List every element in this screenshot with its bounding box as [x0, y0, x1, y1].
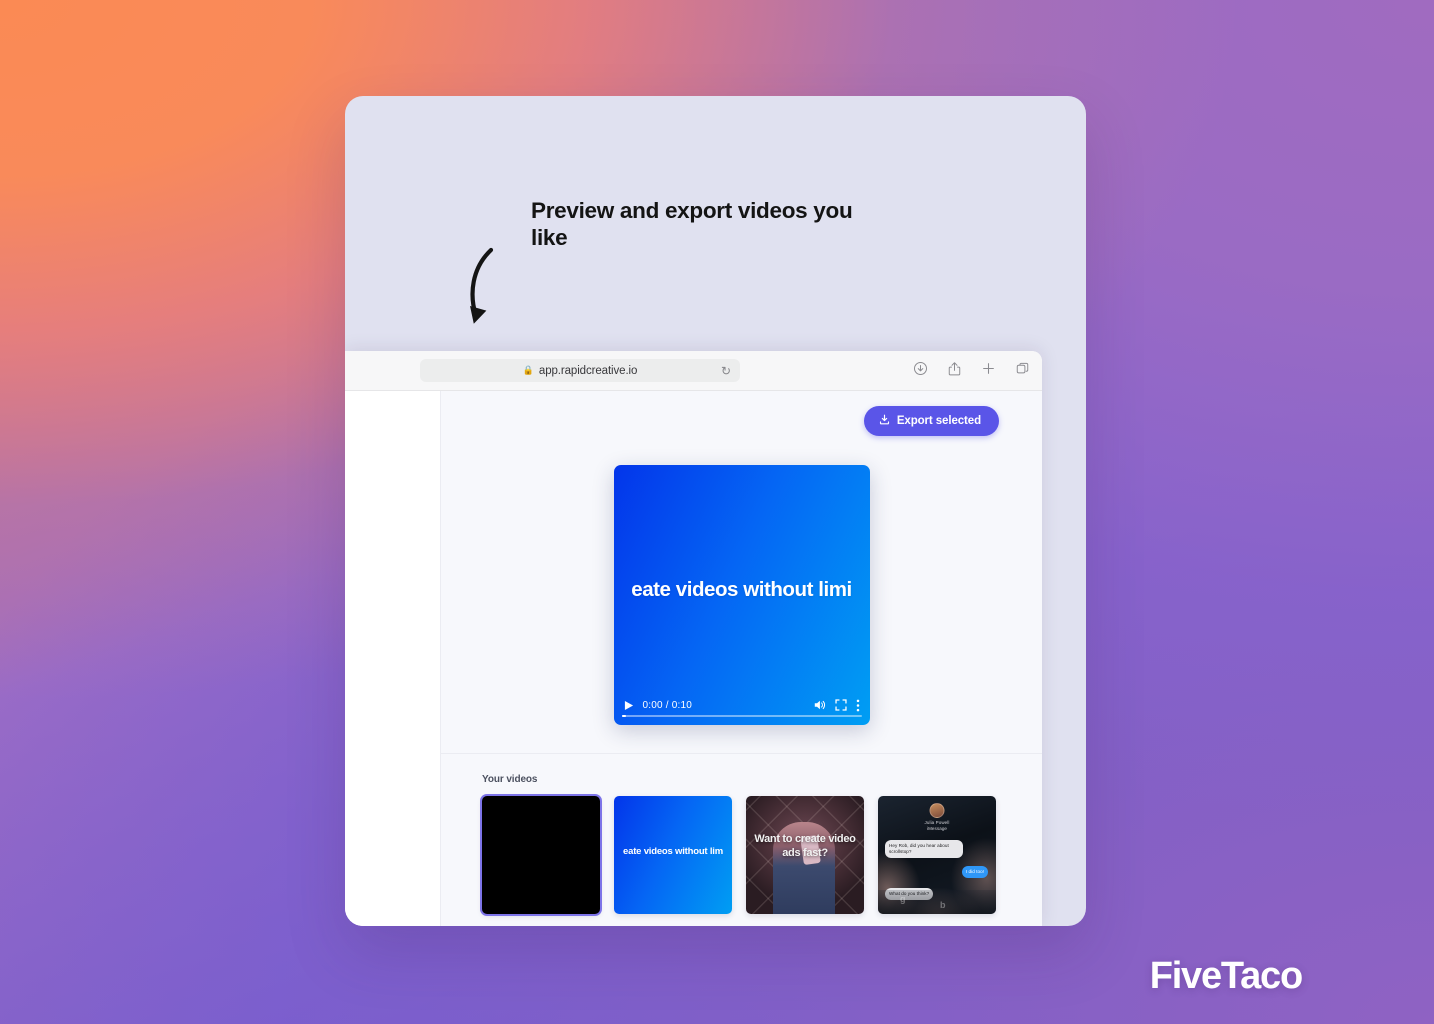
downloads-icon[interactable]: [913, 361, 928, 381]
reload-icon[interactable]: ↻: [721, 365, 731, 377]
export-selected-label: Export selected: [896, 415, 981, 427]
app-body: Export selected eate videos without limi…: [345, 391, 1042, 926]
browser-window: 🔒 app.rapidcreative.io ↻ Export selected…: [345, 351, 1042, 926]
video-caption-overlay: eate videos without limi: [631, 578, 852, 601]
fivetaco-wordmark: FiveTaco: [1149, 955, 1304, 997]
video-progress-bar[interactable]: [621, 714, 862, 717]
thumb-caption: Want to create video ads fast?: [754, 833, 856, 859]
download-icon: [879, 414, 890, 428]
fullscreen-icon[interactable]: [834, 699, 847, 711]
address-bar[interactable]: 🔒 app.rapidcreative.io ↻: [420, 359, 740, 382]
app-sidebar: [345, 391, 441, 926]
new-tab-icon[interactable]: [981, 361, 996, 381]
play-icon[interactable]: [624, 700, 634, 711]
thumb-caption: eate videos without lim: [623, 846, 723, 857]
browser-toolbar: 🔒 app.rapidcreative.io ↻: [345, 351, 1042, 391]
tabs-overview-icon[interactable]: [1015, 361, 1030, 381]
video-player[interactable]: eate videos without limi 0:00 / 0:10: [613, 465, 870, 725]
keyboard-backdrop: g b: [878, 890, 996, 914]
kebab-menu-icon[interactable]: [856, 699, 860, 712]
your-videos-label: Your videos: [482, 774, 538, 785]
your-videos-section: Your videos eate videos without lim Want: [441, 753, 1042, 914]
app-main-content: Export selected eate videos without limi…: [441, 391, 1042, 926]
video-thumb-blue[interactable]: eate videos without lim: [614, 796, 732, 914]
lock-icon: 🔒: [522, 365, 534, 375]
export-selected-button[interactable]: Export selected: [863, 406, 999, 436]
browser-actions: [913, 351, 1030, 391]
video-controls: 0:00 / 0:10: [614, 685, 870, 725]
video-thumb-chat[interactable]: Julia Powell iMessage Hey Rob, did you h…: [878, 796, 996, 914]
chat-bubble-incoming: Hey Rob, did you hear about scrollstop?: [885, 840, 963, 859]
video-thumb-black[interactable]: [482, 796, 600, 914]
video-preview-area: eate videos without limi 0:00 / 0:10: [441, 436, 1042, 725]
chat-bubble-outgoing: I did too!: [961, 866, 988, 879]
video-thumbnail-list: eate videos without lim Want to create v…: [482, 796, 1042, 914]
url-text: app.rapidcreative.io: [538, 364, 638, 377]
share-icon[interactable]: [947, 361, 962, 382]
avatar: [929, 803, 945, 818]
export-toolbar: Export selected: [441, 391, 1042, 436]
chat-subtitle: iMessage: [926, 826, 948, 831]
video-thumb-person[interactable]: Want to create video ads fast?: [746, 796, 864, 914]
poster-canvas: Preview and export videos you like 🔒 app…: [0, 0, 1434, 1024]
video-progress-fill: [621, 714, 627, 717]
promo-card: Preview and export videos you like 🔒 app…: [345, 96, 1086, 926]
video-time-display: 0:00 / 0:10: [642, 699, 692, 711]
curved-arrow-down-icon: [463, 246, 523, 336]
page-title: Preview and export videos you like: [531, 198, 853, 250]
volume-icon[interactable]: [813, 699, 826, 711]
